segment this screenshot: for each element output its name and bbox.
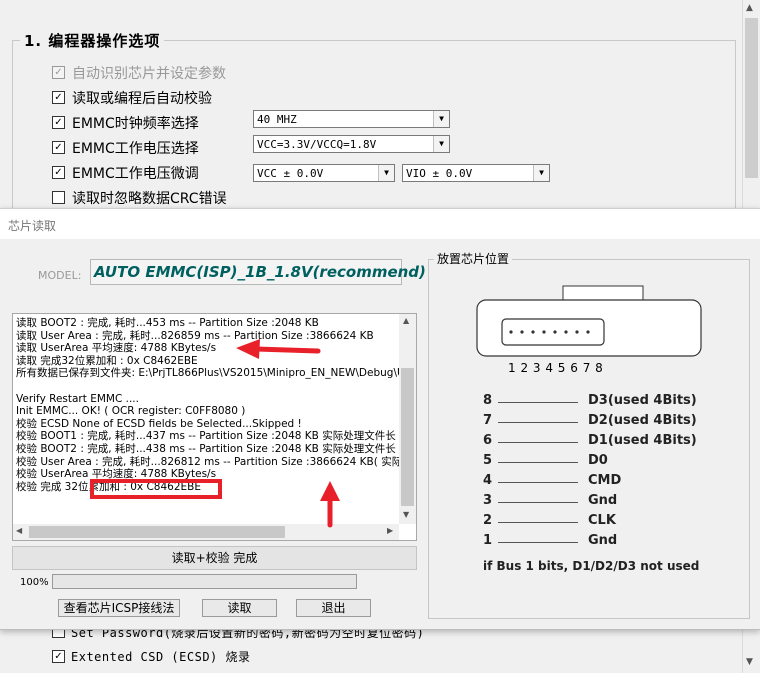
pin-line (498, 422, 578, 423)
pin-signal-name: D0 (588, 453, 608, 468)
chip-read-dialog: 芯片读取 MODEL: AUTO EMMC(ISP)_1B_1.8V(recom… (0, 208, 760, 630)
log-line: Verify Restart EMMC .... (16, 392, 139, 405)
pin-line (498, 462, 578, 463)
pin-signal-name: D1(used 4Bits) (588, 433, 697, 448)
log-line: 校验 BOOT1 : 完成, 耗时...437 ms -- Partition … (16, 430, 396, 443)
vio-trim-value: VIO ± 0.0V (406, 167, 473, 180)
pin-number-row: 1 2 3 4 5 6 7 8 (508, 361, 604, 375)
pin-line (498, 522, 578, 523)
model-label: MODEL: (38, 269, 82, 282)
pin-number: 3 (483, 493, 493, 508)
pin-line (498, 502, 578, 503)
pin-line (498, 542, 578, 543)
chevron-down-icon: ▼ (433, 111, 449, 127)
model-value: AUTO EMMC(ISP)_1B_1.8V(recommend) (90, 259, 426, 285)
emmc-voltage-trim-label: EMMC工作电压微调 (72, 166, 199, 182)
vcc-trim-select[interactable]: VCC ± 0.0V ▼ (253, 164, 395, 182)
pin-number: 2 (483, 513, 493, 528)
status-text: 读取+校验 完成 (171, 551, 258, 565)
pin-number: 8 (483, 393, 493, 408)
voltage-select[interactable]: VCC=3.3V/VCCQ=1.8V ▼ (253, 135, 450, 153)
pin-signal-name: D3(used 4Bits) (588, 393, 697, 408)
scroll-thumb[interactable] (29, 526, 285, 538)
emmc-voltage-trim-checkbox[interactable]: ✓ (52, 166, 65, 179)
scroll-up-arrow-icon[interactable]: ▲ (746, 3, 753, 13)
read-button[interactable]: 读取 (202, 599, 277, 617)
pin-line (498, 442, 578, 443)
ignore-crc-label: 读取时忽略数据CRC错误 (72, 191, 227, 207)
pin-signal-name: D2(used 4Bits) (588, 413, 697, 428)
chevron-down-icon: ▼ (533, 165, 549, 181)
ignore-crc-checkbox[interactable] (52, 191, 65, 204)
exit-button[interactable]: 退出 (296, 599, 371, 617)
model-value-text: AUTO EMMC(ISP)_1B_1.8V(recommend) (94, 263, 426, 281)
red-highlight-box (90, 479, 222, 499)
red-arrow-annotation-2 (320, 481, 340, 528)
chevron-down-icon: ▼ (433, 136, 449, 152)
scroll-down-arrow-icon[interactable]: ▼ (746, 657, 753, 667)
log-vertical-scrollbar[interactable]: ▲ ▼ (399, 314, 416, 524)
pin-line (498, 402, 578, 403)
red-arrow-annotation-1 (236, 339, 321, 359)
scroll-up-arrow-icon[interactable]: ▲ (403, 316, 409, 325)
scroll-thumb[interactable] (401, 368, 414, 506)
emmc-clock-label: EMMC时钟频率选择 (72, 116, 199, 132)
dialog-title-bar[interactable]: 芯片读取 (0, 209, 760, 239)
log-line: 读取 User Area : 完成, 耗时...826859 ms -- Par… (16, 329, 374, 342)
pin-signal-name: Gnd (588, 533, 618, 548)
view-icsp-button[interactable]: 查看芯片ICSP接线法 (58, 599, 180, 617)
vio-trim-select[interactable]: VIO ± 0.0V ▼ (402, 164, 550, 182)
scroll-left-arrow-icon[interactable]: ◀ (16, 526, 22, 535)
scroll-thumb[interactable] (745, 18, 758, 178)
pin-number: 5 (483, 453, 493, 468)
scroll-down-arrow-icon[interactable]: ▼ (403, 510, 409, 519)
status-bar: 读取+校验 完成 (12, 546, 417, 570)
voltage-select-value: VCC=3.3V/VCCQ=1.8V (257, 138, 377, 151)
pin-number: 7 (483, 413, 493, 428)
ecsd-label: Extented CSD (ECSD) 烧录 (71, 650, 251, 664)
auto-detect-checkbox[interactable]: ✓ (52, 66, 65, 79)
scroll-right-arrow-icon[interactable]: ▶ (387, 526, 393, 535)
log-line: 读取 BOOT2 : 完成, 耗时...453 ms -- Partition … (16, 317, 319, 329)
log-line: Init EMMC... OK! ( OCR register: C0FF808… (16, 405, 246, 418)
progress-fill (53, 575, 356, 588)
pin-number: 6 (483, 433, 493, 448)
pin-number: 4 (483, 473, 493, 488)
emmc-voltage-checkbox[interactable]: ✓ (52, 141, 65, 154)
pin-signal-name: CLK (588, 513, 616, 528)
log-line: 所有数据已保存到文件夹: E:\PrjTL866Plus\VS2015\Mini… (16, 367, 399, 380)
progress-text: 100% (20, 577, 49, 588)
log-line: 校验 ECSD None of ECSD fields be Selected.… (16, 417, 302, 430)
bus-note: if Bus 1 bits, D1/D2/D3 not used (483, 559, 700, 573)
emmc-voltage-label: EMMC工作电压选择 (72, 141, 199, 157)
log-line: 校验 User Area : 完成, 耗时...826812 ms -- Par… (16, 455, 399, 468)
emmc-clock-checkbox[interactable]: ✓ (52, 116, 65, 129)
vcc-trim-value: VCC ± 0.0V (257, 167, 324, 180)
log-box[interactable]: 读取 BOOT2 : 完成, 耗时...453 ms -- Partition … (12, 313, 417, 541)
clock-select[interactable]: 40 MHZ ▼ (253, 110, 450, 128)
pin-signal-name: Gnd (588, 493, 618, 508)
progress-bar (52, 574, 357, 589)
pin-line (498, 482, 578, 483)
log-line: 读取 完成32位累加和 : 0x C8462EBE (16, 354, 198, 367)
chip-position-title: 放置芯片位置 (434, 250, 513, 267)
log-line: 读取 UserArea 平均速度: 4788 KBytes/s (16, 342, 217, 355)
emmc-socket-diagram (476, 285, 702, 357)
pin-number: 1 (483, 533, 493, 548)
auto-verify-label: 读取或编程后自动校验 (72, 91, 212, 107)
pin-signal-name: CMD (588, 473, 622, 488)
section-title: 1. 编程器操作选项 (20, 30, 165, 51)
ecsd-checkbox[interactable]: ✓ (52, 650, 65, 663)
dialog-title: 芯片读取 (8, 219, 57, 233)
clock-select-value: 40 MHZ (257, 113, 297, 126)
auto-verify-checkbox[interactable]: ✓ (52, 91, 65, 104)
auto-detect-label: 自动识别芯片并设定参数 (72, 66, 226, 82)
chevron-down-icon: ▼ (378, 165, 394, 181)
log-line: 校验 BOOT2 : 完成, 耗时...438 ms -- Partition … (16, 442, 396, 455)
